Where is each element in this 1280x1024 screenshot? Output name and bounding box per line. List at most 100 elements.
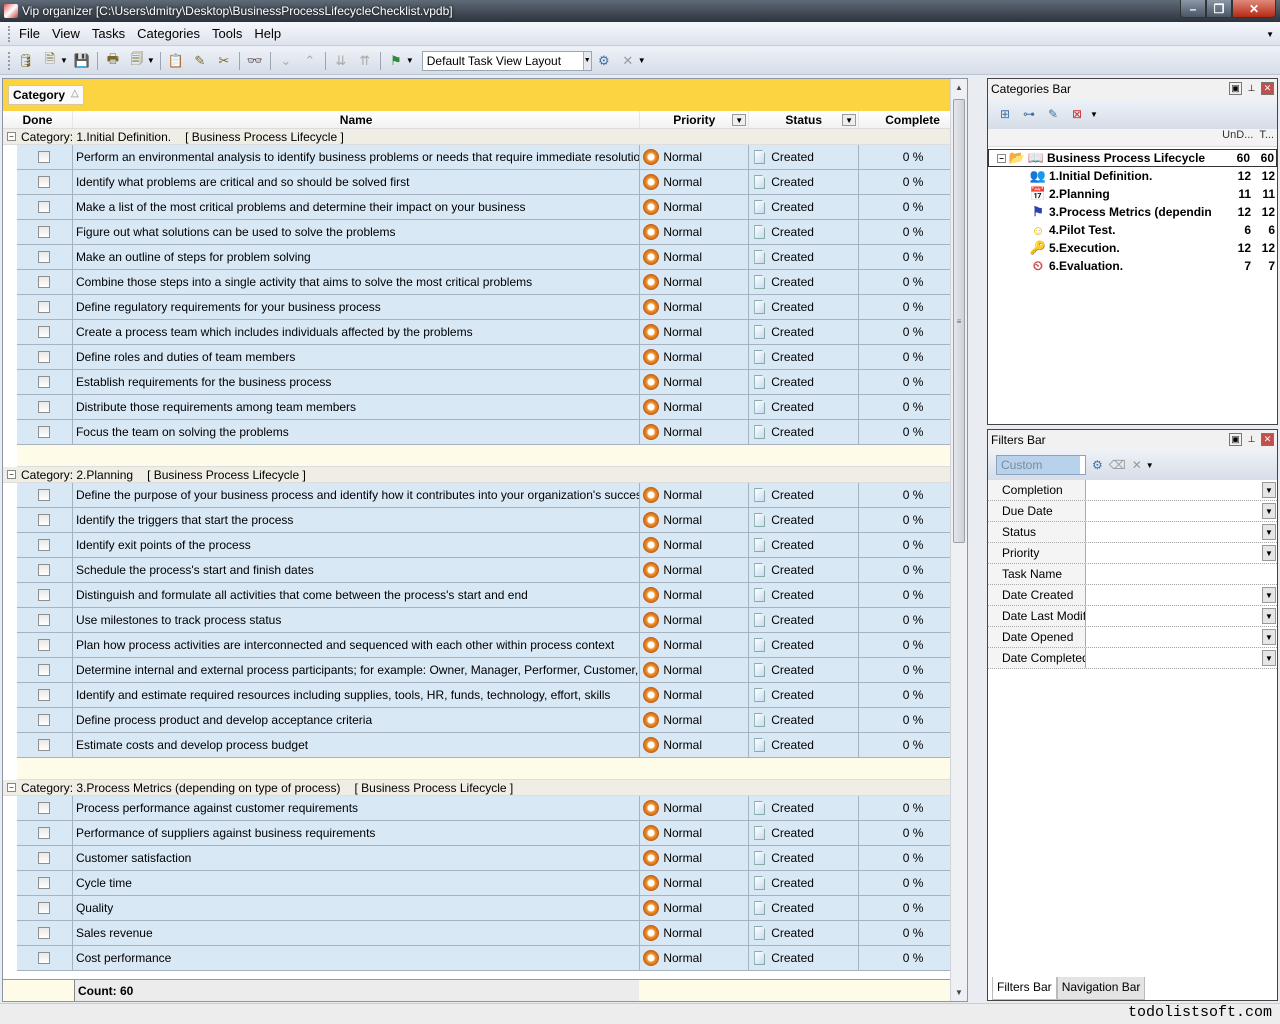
task-name[interactable]: Process performance against customer req… [73, 796, 641, 820]
status-cell[interactable]: Created [749, 370, 860, 394]
done-checkbox[interactable] [38, 564, 51, 576]
column-header-done[interactable]: Done [3, 111, 73, 128]
task-row[interactable]: Figure out what solutions can be used to… [17, 220, 967, 245]
priority-cell[interactable]: Normal [640, 658, 750, 682]
collapse-icon[interactable]: − [7, 132, 16, 141]
status-cell[interactable]: Created [749, 871, 860, 895]
priority-cell[interactable]: Normal [640, 395, 750, 419]
status-cell[interactable]: Created [749, 633, 860, 657]
task-name[interactable]: Plan how process activities are intercon… [73, 633, 641, 657]
done-checkbox[interactable] [38, 902, 51, 914]
apply-filter-icon[interactable]: ⚙ [1092, 458, 1103, 472]
done-checkbox[interactable] [38, 401, 51, 413]
task-row[interactable]: Schedule the process's start and finish … [17, 558, 967, 583]
task-name[interactable]: Determine internal and external process … [73, 658, 641, 682]
status-cell[interactable]: Created [749, 583, 860, 607]
task-row[interactable]: Identify and estimate required resources… [17, 683, 967, 708]
task-row[interactable]: Make a list of the most critical problem… [17, 195, 967, 220]
task-name[interactable]: Establish requirements for the business … [73, 370, 641, 394]
open-database-icon[interactable]: 🗎 [41, 51, 59, 70]
task-row[interactable]: Establish requirements for the business … [17, 370, 967, 395]
task-name[interactable]: Performance of suppliers against busines… [73, 821, 641, 845]
task-row[interactable]: Distinguish and formulate all activities… [17, 583, 967, 608]
task-name[interactable]: Combine those steps into a single activi… [73, 270, 641, 294]
vertical-scrollbar[interactable]: ▲ ≡ ▼ [950, 79, 967, 1001]
task-row[interactable]: Quality Normal Created 0 % [17, 896, 967, 921]
category-tree-item[interactable]: 📅 2.Planning 11 11 [988, 185, 1277, 203]
scroll-down-icon[interactable]: ▼ [951, 984, 967, 1001]
chevron-down-icon[interactable]: ▼ [1262, 587, 1276, 603]
eraser-icon[interactable]: ⌫ [1109, 458, 1126, 472]
priority-cell[interactable]: Normal [640, 420, 750, 444]
status-cell[interactable]: Created [749, 921, 860, 945]
task-name[interactable]: Identify and estimate required resources… [73, 683, 641, 707]
priority-cell[interactable]: Normal [640, 608, 750, 632]
task-name[interactable]: Define regulatory requirements for your … [73, 295, 641, 319]
scrollbar-thumb[interactable]: ≡ [953, 99, 965, 543]
status-cell[interactable]: Created [749, 220, 860, 244]
chevron-down-icon[interactable] [1080, 456, 1085, 474]
task-row[interactable]: Define regulatory requirements for your … [17, 295, 967, 320]
task-row[interactable]: Performance of suppliers against busines… [17, 821, 967, 846]
done-checkbox[interactable] [38, 151, 51, 163]
task-row[interactable]: Identify what problems are critical and … [17, 170, 967, 195]
task-name[interactable]: Sales revenue [73, 921, 641, 945]
menu-help[interactable]: Help [248, 26, 287, 41]
category-tree-root[interactable]: − 📂 📖 Business Process Lifecycle 60 60 [988, 149, 1277, 167]
task-row[interactable]: Process performance against customer req… [17, 796, 967, 821]
done-checkbox[interactable] [38, 276, 51, 288]
category-tree-item[interactable]: ⚑ 3.Process Metrics (dependin 12 12 [988, 203, 1277, 221]
status-cell[interactable]: Created [749, 145, 860, 169]
chevron-down-icon[interactable]: ▼ [1146, 461, 1154, 470]
category-tree-item[interactable]: ☺ 4.Pilot Test. 6 6 [988, 221, 1277, 239]
edit-task-icon[interactable]: ✎ [191, 52, 209, 70]
status-cell[interactable]: Created [749, 320, 860, 344]
task-name[interactable]: Identify what problems are critical and … [73, 170, 641, 194]
menu-view[interactable]: View [46, 26, 86, 41]
pin-icon[interactable]: ⊥ [1245, 82, 1258, 95]
done-checkbox[interactable] [38, 326, 51, 338]
task-name[interactable]: Schedule the process's start and finish … [73, 558, 641, 582]
priority-cell[interactable]: Normal [640, 583, 750, 607]
filter-value-input[interactable]: ▼ [1086, 585, 1277, 605]
priority-cell[interactable]: Normal [640, 145, 750, 169]
filter-value-input[interactable]: ▼ [1086, 480, 1277, 500]
status-cell[interactable]: Created [749, 946, 860, 970]
done-checkbox[interactable] [38, 376, 51, 388]
status-cell[interactable]: Created [749, 245, 860, 269]
task-name[interactable]: Cycle time [73, 871, 641, 895]
status-cell[interactable]: Created [749, 658, 860, 682]
save-database-icon[interactable]: 💾 [73, 52, 91, 70]
task-row[interactable]: Use milestones to track process status N… [17, 608, 967, 633]
priority-cell[interactable]: Normal [640, 270, 750, 294]
priority-cell[interactable]: Normal [640, 821, 750, 845]
done-checkbox[interactable] [38, 802, 51, 814]
priority-cell[interactable]: Normal [640, 896, 750, 920]
task-name[interactable]: Estimate costs and develop process budge… [73, 733, 641, 757]
filter-value-input[interactable]: ▼ [1086, 543, 1277, 563]
add-category-icon[interactable]: ⊞ [996, 106, 1014, 122]
priority-cell[interactable]: Normal [640, 846, 750, 870]
float-window-icon[interactable]: ▣ [1229, 433, 1242, 446]
status-cell[interactable]: Created [749, 896, 860, 920]
filter-value-input[interactable]: ▼ [1086, 522, 1277, 542]
status-cell[interactable]: Created [749, 295, 860, 319]
print-icon[interactable]: 🖶 [104, 51, 122, 70]
status-cell[interactable]: Created [749, 796, 860, 820]
done-checkbox[interactable] [38, 426, 51, 438]
done-checkbox[interactable] [38, 301, 51, 313]
done-checkbox[interactable] [38, 952, 51, 964]
status-cell[interactable]: Created [749, 420, 860, 444]
task-name[interactable]: Create a process team which includes ind… [73, 320, 641, 344]
status-cell[interactable]: Created [749, 533, 860, 557]
status-cell[interactable]: Created [749, 395, 860, 419]
task-row[interactable]: Focus the team on solving the problems N… [17, 420, 967, 445]
filter-value-input[interactable]: ▼ [1086, 501, 1277, 521]
done-checkbox[interactable] [38, 539, 51, 551]
task-name[interactable]: Focus the team on solving the problems [73, 420, 641, 444]
done-checkbox[interactable] [38, 827, 51, 839]
collapse-icon[interactable]: − [7, 783, 16, 792]
task-row[interactable]: Cycle time Normal Created 0 % [17, 871, 967, 896]
category-tree-item[interactable]: 🔑 5.Execution. 12 12 [988, 239, 1277, 257]
grip-handle[interactable] [8, 25, 11, 42]
